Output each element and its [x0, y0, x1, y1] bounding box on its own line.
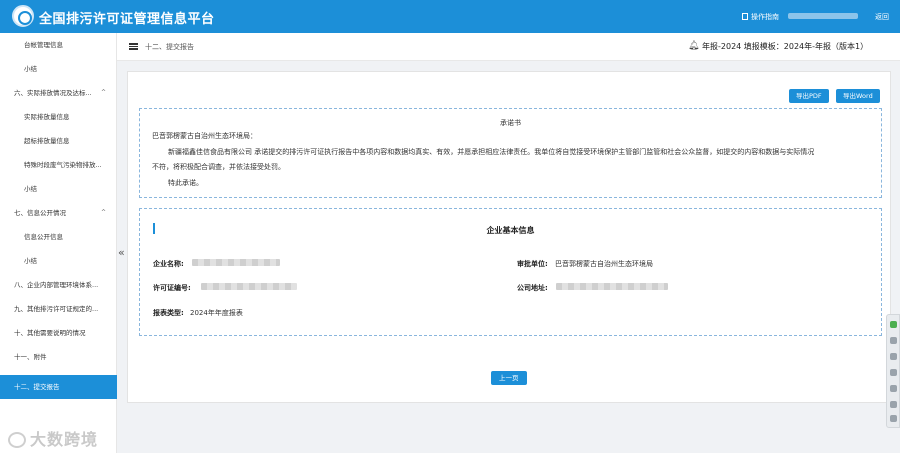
- sidebar-item-attachments[interactable]: 十一、附件: [0, 345, 117, 369]
- tool-icon[interactable]: [890, 353, 897, 360]
- promise-title: 承诺书: [500, 119, 521, 127]
- sidebar-item-excess-emission-info[interactable]: 超标排放量信息: [0, 129, 117, 153]
- sidebar-item-label: 实际排放量信息: [24, 113, 70, 121]
- content-header: 十二、提交报告 🔔︎ 年报-2024 填报模板：2024年-年报（版本1）: [117, 33, 900, 61]
- sidebar-item-other-notes[interactable]: 十、其他需要说明的情况: [0, 321, 117, 345]
- menu-icon[interactable]: [129, 43, 138, 50]
- sidebar-item-summary[interactable]: 小结: [0, 249, 117, 273]
- approval-authority-value: 巴音郭楞蒙古自治州生态环境局: [555, 260, 653, 268]
- sidebar-item-label: 台帐管理信息: [24, 41, 63, 49]
- watermark-text: 大数跨境: [30, 430, 99, 449]
- company-name-redacted: [192, 259, 280, 266]
- sidebar-item-disclosure-info[interactable]: 信息公开信息: [0, 225, 117, 249]
- promise-letter-panel: 承诺书 巴音郭楞蒙古自治州生态环境局： 新疆福鑫佳信食品有限公司 承诺提交的排污…: [139, 108, 882, 198]
- sidebar-item-label: 九、其他排污许可证规定的...: [14, 305, 99, 313]
- sidebar-item-actual-emission-info[interactable]: 实际排放量信息: [0, 105, 117, 129]
- sidebar-item-label: 小结: [24, 65, 37, 73]
- tool-icon[interactable]: [890, 385, 897, 392]
- approval-authority-label: 审批单位:: [517, 260, 548, 268]
- tool-icon[interactable]: [890, 401, 897, 408]
- report-card: 导出PDF 导出Word 承诺书 巴音郭楞蒙古自治州生态环境局： 新疆福鑫佳信食…: [127, 71, 891, 403]
- watermark-logo-icon: [8, 432, 26, 448]
- company-section-title: 企业基本信息: [486, 226, 535, 235]
- promise-line-1: 新疆福鑫佳信食品有限公司 承诺提交的排污许可证执行报告中各项内容和数据均真实、有…: [168, 148, 815, 156]
- sidebar-item-label: 小结: [24, 257, 37, 265]
- top-bar: 全国排污许可证管理信息平台 操作指南 返回: [0, 0, 900, 33]
- sidebar-item-label: 十二、提交报告: [14, 383, 60, 391]
- operation-guide-label: 操作指南: [751, 13, 779, 21]
- sidebar-item-summary[interactable]: 小结: [0, 177, 117, 201]
- sidebar-group-actual-emission[interactable]: 六、实际排放情况及达标... ^: [0, 81, 117, 105]
- breadcrumb: 十二、提交报告: [145, 43, 194, 51]
- user-name-redacted: [788, 13, 858, 19]
- company-address-redacted: [556, 283, 668, 290]
- platform-logo-icon: [12, 5, 34, 27]
- sidebar-item-label: 六、实际排放情况及达标...: [14, 89, 92, 97]
- promise-line-2: 不符，将积极配合调查，并依法接受处罚。: [152, 163, 285, 171]
- document-icon: [742, 13, 748, 20]
- sidebar-item-label: 超标排放量信息: [24, 137, 70, 145]
- sidebar-group-info-disclosure[interactable]: 七、信息公开情况 ^: [0, 201, 117, 225]
- sidebar-item-label: 八、企业内部管理环境体系...: [14, 281, 99, 289]
- export-word-button[interactable]: 导出Word: [836, 89, 880, 103]
- sidebar-item-label: 十、其他需要说明的情况: [14, 329, 86, 337]
- app-title: 全国排污许可证管理信息平台: [39, 12, 215, 27]
- bell-icon[interactable]: 🔔︎: [688, 41, 699, 51]
- collapse-sidebar-icon[interactable]: «: [118, 246, 125, 259]
- sidebar-item-label: 小结: [24, 185, 37, 193]
- watermark: 大数跨境: [8, 426, 98, 450]
- report-type-value: 2024年年度报表: [190, 309, 243, 317]
- license-number-label: 许可证编号:: [153, 284, 191, 292]
- company-info-panel: 企业基本信息 企业名称: 审批单位: 巴音郭楞蒙古自治州生态环境局 许可证编号:…: [139, 208, 882, 336]
- sidebar-item-ledger-info[interactable]: 台帐管理信息: [0, 33, 117, 57]
- company-address-label: 公司地址:: [517, 284, 548, 292]
- sidebar-item-label: 特殊时段废气污染物排放...: [24, 161, 102, 169]
- back-link[interactable]: 返回: [875, 12, 889, 22]
- floating-toolbar: [886, 314, 900, 428]
- chevron-up-icon: ^: [100, 209, 106, 216]
- report-template-info: 年报-2024 填报模板：2024年-年报（版本1）: [702, 42, 869, 51]
- tool-icon[interactable]: [890, 369, 897, 376]
- sidebar-item-label: 十一、附件: [14, 353, 47, 361]
- tool-icon[interactable]: [890, 337, 897, 344]
- company-name-label: 企业名称:: [153, 260, 184, 268]
- sidebar-item-submit-report[interactable]: 十二、提交报告: [0, 375, 117, 399]
- report-type-label: 报表类型:: [153, 309, 184, 317]
- previous-page-button[interactable]: 上一页: [491, 371, 527, 385]
- chevron-up-icon: ^: [100, 89, 106, 96]
- operation-guide-link[interactable]: 操作指南: [742, 12, 779, 22]
- status-icon[interactable]: [890, 321, 897, 328]
- sidebar-item-label: 七、信息公开情况: [14, 209, 66, 217]
- export-pdf-button[interactable]: 导出PDF: [789, 89, 829, 103]
- sidebar-item-other-license-rules[interactable]: 九、其他排污许可证规定的...: [0, 297, 117, 321]
- promise-closing: 特此承诺。: [168, 179, 203, 187]
- promise-addressee: 巴音郭楞蒙古自治州生态环境局：: [152, 132, 257, 140]
- sidebar-item-internal-management[interactable]: 八、企业内部管理环境体系...: [0, 273, 117, 297]
- sidebar: 台帐管理信息 小结 六、实际排放情况及达标... ^ 实际排放量信息 超标排放量信…: [0, 33, 117, 453]
- sidebar-item-summary[interactable]: 小结: [0, 57, 117, 81]
- tool-icon[interactable]: [890, 415, 897, 422]
- sidebar-item-label: 信息公开信息: [24, 233, 63, 241]
- license-number-redacted: [201, 283, 297, 290]
- sidebar-item-special-period-emission[interactable]: 特殊时段废气污染物排放...: [0, 153, 117, 177]
